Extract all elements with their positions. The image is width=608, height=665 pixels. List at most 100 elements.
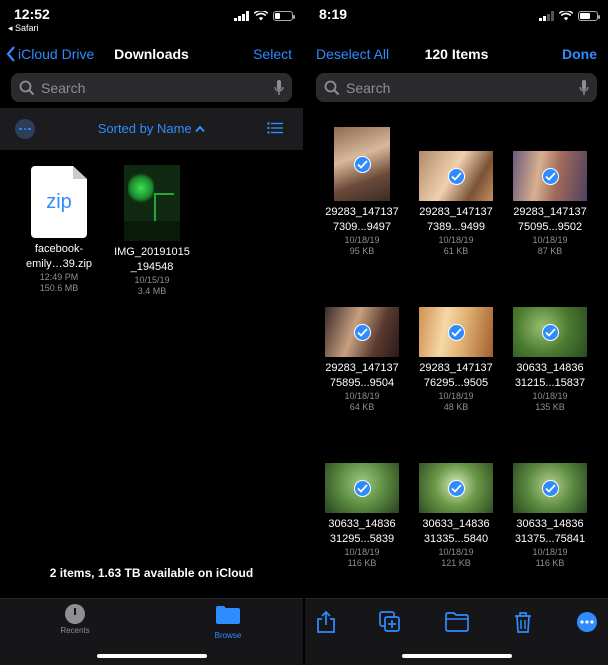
storage-summary: 2 items, 1.63 TB available on iCloud [49,566,254,580]
photo-thumbnail [513,463,587,513]
file-size: 61 KB [443,246,469,256]
photo-thumbnail [419,463,493,513]
file-name: 30633_14836 31375...75841 [514,518,586,545]
checkmark-icon [448,168,465,185]
list-view-icon[interactable] [267,122,283,134]
file-time: 12:49 PM [39,272,79,282]
file-size: 48 KB [443,402,469,412]
trash-icon[interactable] [511,611,535,633]
video-thumbnail [124,165,180,241]
duplicate-icon[interactable] [378,611,402,633]
more-icon[interactable] [575,611,599,633]
file-size: 150.6 MB [39,283,79,293]
file-date: 10/18/19 [344,235,380,245]
photo-thumbnail [334,127,390,201]
home-indicator [96,654,207,658]
back-to-app-link[interactable]: ◂ Safari [8,23,39,34]
file-date: 10/18/19 [532,391,568,401]
file-date: 10/18/19 [438,547,474,557]
status-time: 8:19 [319,6,348,22]
grid-item[interactable]: 30633_14836 31335...5840 10/18/19 121 KB [411,463,501,569]
grid-item[interactable]: 29283_147137 75895...9504 10/18/19 64 KB [317,307,407,413]
file-date: 10/18/19 [438,391,474,401]
search-bar[interactable] [316,73,597,102]
nav-bar: Deselect All 120 Items Done [305,40,608,70]
file-item-zip[interactable]: zip facebook- emily…39.zip 12:49 PM 150.… [14,166,104,294]
checkmark-icon [448,324,465,341]
status-icons [234,11,295,21]
status-bar: 12:52 ◂ Safari [0,0,303,36]
move-to-folder-icon[interactable] [445,611,469,633]
photo-thumbnail [419,307,493,357]
file-name: 29283_147137 7389...9499 [419,206,493,233]
search-input[interactable] [346,79,579,96]
done-button[interactable]: Done [562,46,597,62]
file-date: 10/18/19 [532,547,568,557]
photo-thumbnail [513,307,587,357]
grid-item[interactable]: 29283_147137 75095...9502 10/18/19 87 KB [505,127,595,257]
grid-item[interactable]: 30633_14836 31215...15837 10/18/19 135 KB [505,307,595,413]
checkmark-icon [542,480,559,497]
tab-browse[interactable]: Browse [193,604,263,640]
zip-file-icon: zip [31,166,87,238]
sort-label: Sorted by Name [97,121,192,136]
file-size: 121 KB [441,558,471,568]
zip-icon-label: zip [46,191,72,213]
checkmark-icon [448,480,465,497]
status-icons [539,11,600,21]
file-size: 116 KB [347,558,377,568]
photo-thumbnail [419,151,493,201]
clock-icon [65,604,85,624]
grid-item[interactable]: 29283_147137 7389...9499 10/18/19 61 KB [411,127,501,257]
grid-item[interactable]: 30633_14836 31375...75841 10/18/19 116 KB [505,463,595,569]
photo-thumbnail [325,463,399,513]
file-date: 10/18/19 [532,235,568,245]
file-size: 135 KB [535,402,565,412]
file-size: 95 KB [349,246,375,256]
file-name: facebook- emily…39.zip [25,243,93,270]
file-date: 10/18/19 [344,391,380,401]
tab-recents-label: Recents [60,626,90,635]
checkmark-icon [354,324,371,341]
status-time: 12:52 [14,6,50,22]
share-icon[interactable] [314,611,338,633]
search-icon [324,80,340,95]
grid-item[interactable]: 30633_14836 31295...5839 10/18/19 116 KB [317,463,407,569]
file-item-video[interactable]: IMG_20191015 _194548 10/15/19 3.4 MB [107,165,197,297]
file-name: 30633_14836 31335...5840 [422,518,490,545]
checkmark-icon [354,480,371,497]
file-size: 3.4 MB [137,286,167,296]
microphone-icon[interactable] [274,79,284,96]
file-size: 64 KB [349,402,375,412]
photo-thumbnail [513,151,587,201]
battery-icon [273,11,295,21]
home-indicator [401,654,512,658]
grid-item[interactable]: 29283_147137 76295...9505 10/18/19 48 KB [411,307,501,413]
checkmark-icon [354,156,371,173]
file-grid: 29283_147137 7309...9497 10/18/19 95 KB 2… [305,115,608,600]
search-input[interactable] [41,79,274,96]
battery-icon [578,11,600,21]
grid-item[interactable]: 29283_147137 7309...9497 10/18/19 95 KB [317,127,407,257]
search-icon [19,80,35,95]
wifi-icon [254,11,268,21]
left-screen: 12:52 ◂ Safari iCloud Drive Downloads Se… [0,0,303,665]
file-date: 10/18/19 [344,547,380,557]
chevron-up-icon [195,125,206,133]
file-size: 116 KB [535,558,565,568]
search-bar[interactable] [11,73,292,102]
file-name: 29283_147137 7309...9497 [325,206,399,233]
tab-recents[interactable]: Recents [40,604,110,635]
file-name: 29283_147137 76295...9505 [419,362,493,389]
sort-menu-button[interactable]: Sorted by Name [0,121,303,136]
file-name: 30633_14836 31295...5839 [328,518,396,545]
photo-thumbnail [325,307,399,357]
file-name: 29283_147137 75095...9502 [513,206,587,233]
select-button[interactable]: Select [253,46,292,62]
microphone-icon[interactable] [579,79,589,96]
wifi-icon [559,11,573,21]
file-size: 87 KB [537,246,563,256]
right-screen: 8:19 Deselect All 120 Items Done Search … [305,0,608,665]
cellular-signal-icon [539,11,554,21]
checkmark-icon [542,324,559,341]
